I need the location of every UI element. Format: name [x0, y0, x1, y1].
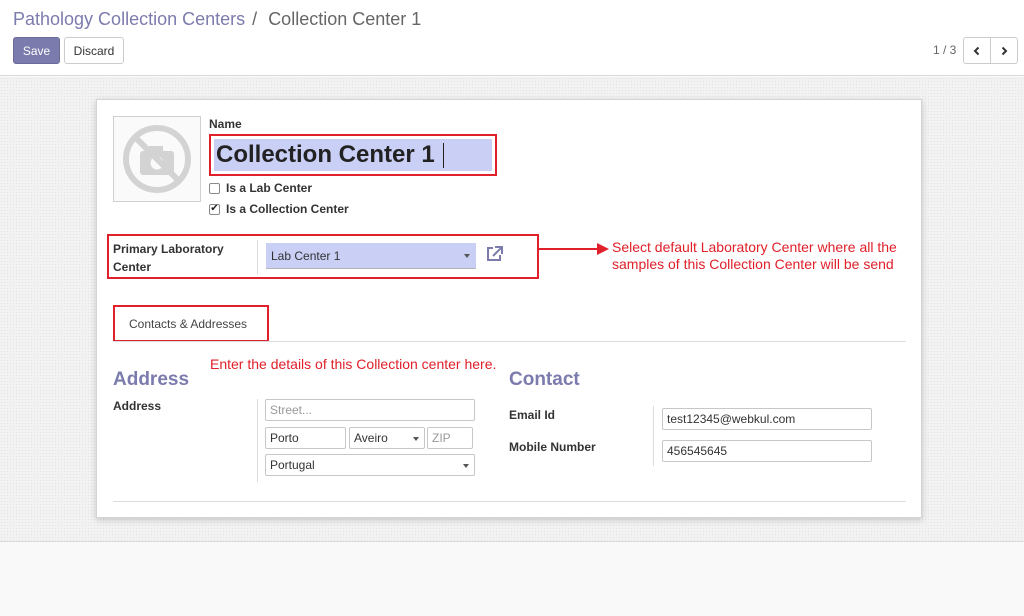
- is-lab-center-row: Is a Lab Center: [209, 181, 312, 195]
- contact-section-title: Contact: [509, 369, 580, 390]
- zip-input[interactable]: ZIP: [427, 427, 473, 449]
- save-button[interactable]: Save: [13, 37, 60, 64]
- name-label: Name: [209, 117, 242, 131]
- city-value: Porto: [270, 431, 299, 445]
- is-collection-center-row: ✔ Is a Collection Center: [209, 202, 349, 216]
- is-lab-center-label: Is a Lab Center: [226, 181, 313, 195]
- email-input[interactable]: test12345@webkul.com: [662, 408, 872, 430]
- text-cursor: [442, 143, 444, 169]
- name-field-highlight: Collection Center 1: [209, 134, 497, 176]
- street-placeholder: Street...: [270, 403, 313, 417]
- field-separator: [257, 240, 258, 274]
- form-bottom-divider: [113, 501, 906, 502]
- chevron-down-icon: [413, 437, 419, 441]
- contact-separator: [653, 406, 654, 466]
- email-value: test12345@webkul.com: [667, 412, 796, 426]
- pager-previous-button[interactable]: [963, 37, 991, 64]
- annotation-arrow-line: [539, 248, 601, 250]
- lab-note-line2: samples of this Collection Center will b…: [612, 256, 894, 272]
- chevron-left-icon: [973, 46, 980, 55]
- pager-next-button[interactable]: [990, 37, 1018, 64]
- mobile-input[interactable]: 456545645: [662, 440, 872, 462]
- chevron-down-icon: [464, 254, 470, 258]
- address-label: Address: [113, 399, 162, 413]
- details-note: Enter the details of this Collection cen…: [210, 356, 497, 372]
- tab-divider: [113, 341, 906, 342]
- external-link-icon[interactable]: [485, 245, 505, 266]
- annotation-arrow-icon: [597, 243, 609, 255]
- mobile-label: Mobile Number: [509, 440, 596, 454]
- country-select[interactable]: Portugal: [265, 454, 475, 476]
- image-placeholder[interactable]: [113, 116, 201, 202]
- breadcrumb-parent-link[interactable]: Pathology Collection Centers: [13, 9, 245, 29]
- camera-off-icon: [123, 125, 191, 193]
- address-separator: [257, 399, 258, 482]
- check-icon: ✔: [210, 203, 219, 214]
- name-value: Collection Center 1: [216, 141, 435, 168]
- control-panel: Pathology Collection Centers / Collectio…: [0, 0, 1024, 76]
- email-label: Email Id: [509, 408, 556, 422]
- discard-button[interactable]: Discard: [64, 37, 124, 64]
- city-input[interactable]: Porto: [265, 427, 346, 449]
- form-sheet: Name Collection Center 1 Is a Lab Center…: [96, 99, 922, 518]
- street-input[interactable]: Street...: [265, 399, 475, 421]
- is-collection-center-checkbox[interactable]: ✔: [209, 203, 220, 215]
- breadcrumb-separator: /: [252, 9, 258, 29]
- pager-value[interactable]: 1 / 3: [933, 43, 956, 57]
- breadcrumb: Pathology Collection Centers / Collectio…: [13, 9, 421, 30]
- chevron-right-icon: [1001, 46, 1008, 55]
- tab-label: Contacts & Addresses: [129, 317, 248, 331]
- zip-placeholder: ZIP: [432, 431, 451, 445]
- state-select[interactable]: Aveiro: [349, 427, 425, 449]
- is-lab-center-checkbox[interactable]: [209, 182, 220, 194]
- address-section-title: Address: [113, 369, 190, 390]
- lab-note-line1: Select default Laboratory Center where a…: [612, 239, 897, 255]
- primary-lab-select[interactable]: Lab Center 1: [266, 243, 476, 269]
- country-value: Portugal: [270, 458, 315, 472]
- chevron-down-icon: [463, 464, 469, 468]
- primary-lab-value: Lab Center 1: [271, 249, 341, 263]
- mobile-value: 456545645: [667, 444, 728, 458]
- tab-contacts-addresses[interactable]: Contacts & Addresses: [113, 305, 269, 342]
- primary-lab-label: Primary Laboratory Center: [113, 242, 224, 274]
- state-value: Aveiro: [354, 431, 388, 445]
- breadcrumb-current: Collection Center 1: [268, 9, 422, 29]
- name-input[interactable]: Collection Center 1: [214, 139, 492, 171]
- is-collection-center-label: Is a Collection Center: [226, 202, 349, 216]
